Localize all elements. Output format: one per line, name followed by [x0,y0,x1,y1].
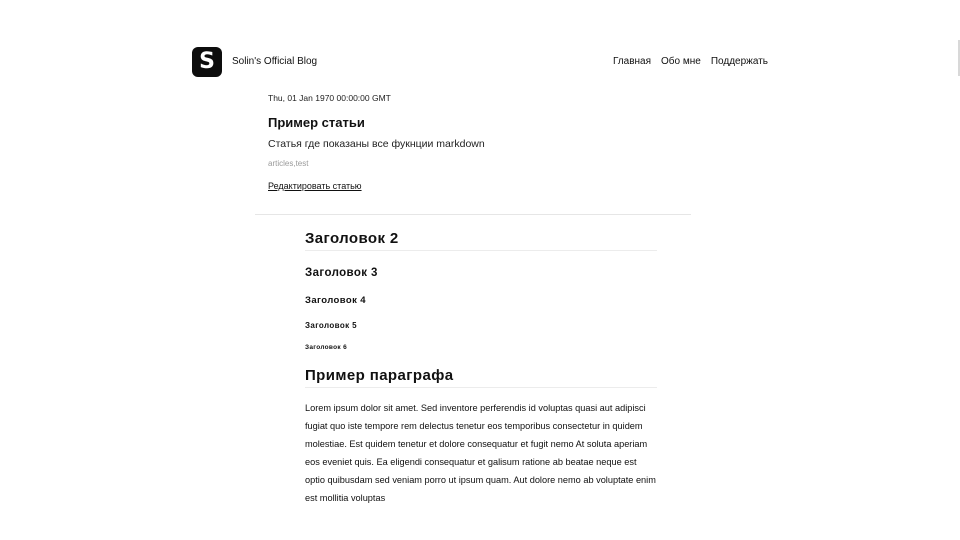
post-title: Пример статьи [268,115,365,130]
heading-6: Заголовок 6 [305,344,347,351]
heading-5: Заголовок 5 [305,321,358,330]
site-header: S Solin's Official Blog Главная Обо мне … [192,47,768,77]
edit-article-link[interactable]: Редактировать статью [268,180,362,192]
main-nav: Главная Обо мне Поддержать [613,55,768,69]
heading-3: Заголовок 3 [305,267,378,279]
post-date: Thu, 01 Jan 1970 00:00:00 GMT [268,93,391,103]
article-meta: Thu, 01 Jan 1970 00:00:00 GMT Пример ста… [268,92,691,194]
divider [255,214,691,215]
article-content: Заголовок 2 Заголовок 3 Заголовок 4 Заго… [305,229,657,506]
post-description: Статья где показаны все фукнции markdown [268,138,485,150]
heading-4: Заголовок 4 [305,295,366,306]
site-logo[interactable]: S [192,47,222,77]
site-title[interactable]: Solin's Official Blog [232,55,317,69]
paragraph-heading: Пример параграфа [305,366,657,388]
nav-about-link[interactable]: Обо мне [661,55,701,69]
paragraph-text: Lorem ipsum dolor sit amet. Sed inventor… [305,403,656,503]
post-tags: articles,test [268,159,309,168]
nav-support-link[interactable]: Поддержать [711,55,768,69]
blog-page: S Solin's Official Blog Главная Обо мне … [0,0,960,540]
nav-home-link[interactable]: Главная [613,55,651,69]
heading-2: Заголовок 2 [305,229,657,251]
